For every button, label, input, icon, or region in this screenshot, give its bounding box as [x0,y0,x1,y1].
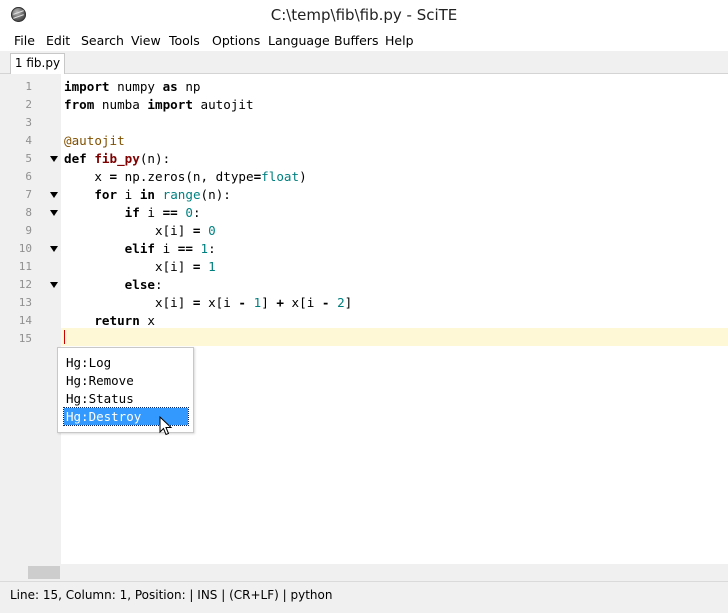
line-number: 1 [25,80,32,93]
menu-view[interactable]: View [131,33,161,48]
line-number: 7 [25,188,32,201]
menu-edit[interactable]: Edit [46,33,70,48]
horizontal-scrollbar[interactable] [8,564,728,581]
code-line[interactable]: x[i] = x[i - 1] + x[i - 2] [64,294,352,312]
tab-fib-py[interactable]: 1 fib.py [10,53,65,74]
menu-help[interactable]: Help [385,33,414,48]
line-number: 8 [25,206,32,219]
line-number-gutter: 1 2 3 4 5 6 7 8 9 10 11 12 13 14 15 [8,74,61,564]
line-number: 15 [18,332,32,345]
code-line[interactable]: if i == 0: [64,204,201,222]
code-line[interactable]: import numpy as np [64,78,201,96]
code-line[interactable]: x[i] = 0 [64,222,216,240]
menu-options[interactable]: Options [212,33,260,48]
fold-marker-icon[interactable] [50,282,58,288]
menu-search[interactable]: Search [81,33,124,48]
menu-buffers[interactable]: Buffers [334,33,378,48]
code-line[interactable]: @autojit [64,132,125,150]
window-title: C:\temp\fib\fib.py - SciTE [270,6,458,24]
autocomplete-list[interactable]: Hg:Log Hg:Remove Hg:Status Hg:Destroy [57,347,194,433]
line-number: 11 [18,260,32,273]
line-number: 13 [18,296,32,309]
line-number: 5 [25,152,32,165]
code-line[interactable]: from numba import autojit [64,96,254,114]
line-number: 4 [25,134,32,147]
mouse-pointer-icon [159,416,173,436]
code-line[interactable]: return x [64,312,155,330]
line-number: 10 [18,242,32,255]
menu-bar: File Edit Search View Tools Options Lang… [0,31,728,51]
code-line[interactable]: elif i == 1: [64,240,216,258]
line-number: 3 [25,116,32,129]
line-number: 6 [25,170,32,183]
line-number: 9 [25,224,32,237]
fold-marker-icon[interactable] [50,246,58,252]
fold-marker-icon[interactable] [50,156,58,162]
code-line[interactable]: def fib_py(n): [64,150,170,168]
autocomplete-item[interactable]: Hg:Status [64,390,188,407]
title-bar: C:\temp\fib\fib.py - SciTE [0,0,728,31]
fold-marker-icon[interactable] [50,192,58,198]
current-line-highlight [61,328,728,346]
code-line[interactable]: x = np.zeros(n, dtype=float) [64,168,306,186]
status-text: Line: 15, Column: 1, Position: | INS | (… [10,588,333,602]
code-line[interactable]: for i in range(n): [64,186,231,204]
code-editor[interactable]: 1 2 3 4 5 6 7 8 9 10 11 12 13 14 15 impo… [8,74,728,564]
line-number: 2 [25,98,32,111]
scrollbar-thumb[interactable] [28,566,60,579]
autocomplete-item[interactable]: Hg:Log [64,354,188,371]
fold-marker-icon[interactable] [50,210,58,216]
text-caret [64,330,65,344]
tab-bar: 1 fib.py [0,51,728,74]
code-line[interactable]: x[i] = 1 [64,258,216,276]
line-number: 14 [18,314,32,327]
code-line[interactable]: else: [64,276,163,294]
autocomplete-item[interactable]: Hg:Remove [64,372,188,389]
menu-file[interactable]: File [14,33,35,48]
menu-tools[interactable]: Tools [169,33,200,48]
menu-language[interactable]: Language [268,33,330,48]
status-bar: Line: 15, Column: 1, Position: | INS | (… [0,581,728,613]
line-number: 12 [18,278,32,291]
